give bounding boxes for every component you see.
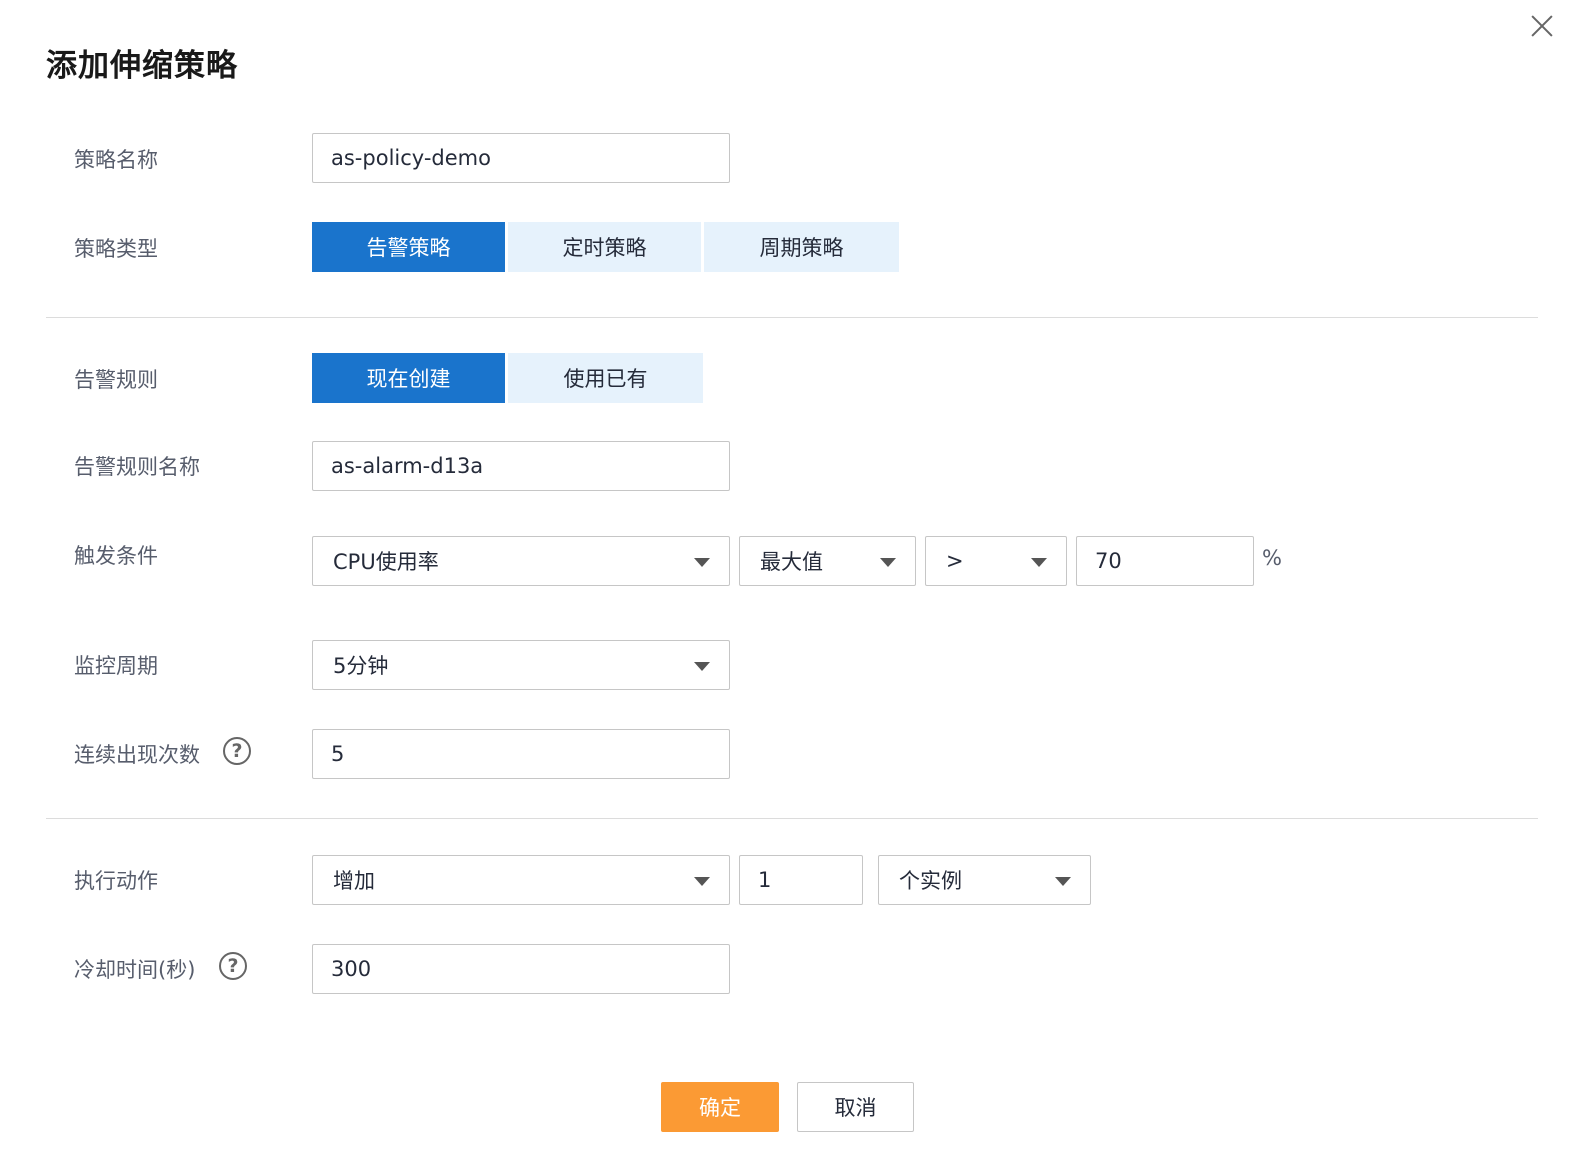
alarm-rule-label: 告警规则 [74,368,158,392]
trigger-metric-value: CPU使用率 [333,550,439,574]
chevron-down-icon [694,877,710,886]
section-divider [46,317,1538,318]
consecutive-count-input[interactable]: 5 [312,729,730,779]
trigger-threshold-input[interactable]: 70 [1076,536,1254,586]
alarm-rule-name-input[interactable]: as-alarm-d13a [312,441,730,491]
action-unit-select[interactable]: 个实例 [878,855,1091,905]
chevron-down-icon [1031,558,1047,567]
section-divider [46,818,1538,819]
close-icon[interactable] [1528,12,1556,40]
alarm-rule-name-label: 告警规则名称 [74,455,200,479]
monitor-period-value: 5分钟 [333,654,389,678]
confirm-button[interactable]: 确定 [661,1082,779,1132]
policy-type-alarm-tab[interactable]: 告警策略 [312,222,505,272]
policy-name-input[interactable]: as-policy-demo [312,133,730,183]
policy-type-periodic-tab[interactable]: 周期策略 [704,222,899,272]
alarm-rule-use-existing-tab[interactable]: 使用已有 [508,353,703,403]
trigger-threshold-unit: % [1262,546,1282,570]
cooldown-label: 冷却时间(秒) [74,958,196,982]
action-label: 执行动作 [74,869,158,893]
policy-name-label: 策略名称 [74,148,158,172]
trigger-metric-select[interactable]: CPU使用率 [312,536,730,586]
trigger-condition-label: 触发条件 [74,544,158,568]
action-count-input[interactable]: 1 [739,855,863,905]
monitor-period-select[interactable]: 5分钟 [312,640,730,690]
cancel-button[interactable]: 取消 [797,1082,914,1132]
consecutive-count-label: 连续出现次数 [74,743,200,767]
trigger-aggregation-value: 最大值 [760,550,823,574]
policy-type-scheduled-tab[interactable]: 定时策略 [508,222,701,272]
action-operation-value: 增加 [333,869,375,893]
action-unit-value: 个实例 [899,869,962,893]
cooldown-input[interactable]: 300 [312,944,730,994]
chevron-down-icon [694,558,710,567]
chevron-down-icon [1055,877,1071,886]
trigger-aggregation-select[interactable]: 最大值 [739,536,916,586]
alarm-rule-create-now-tab[interactable]: 现在创建 [312,353,505,403]
help-icon[interactable]: ? [219,952,247,980]
help-icon[interactable]: ? [223,737,251,765]
chevron-down-icon [694,662,710,671]
trigger-operator-select[interactable]: > [925,536,1067,586]
dialog-title: 添加伸缩策略 [46,48,238,84]
chevron-down-icon [880,558,896,567]
monitor-period-label: 监控周期 [74,654,158,678]
action-operation-select[interactable]: 增加 [312,855,730,905]
policy-type-label: 策略类型 [74,237,158,261]
trigger-operator-value: > [946,549,964,573]
